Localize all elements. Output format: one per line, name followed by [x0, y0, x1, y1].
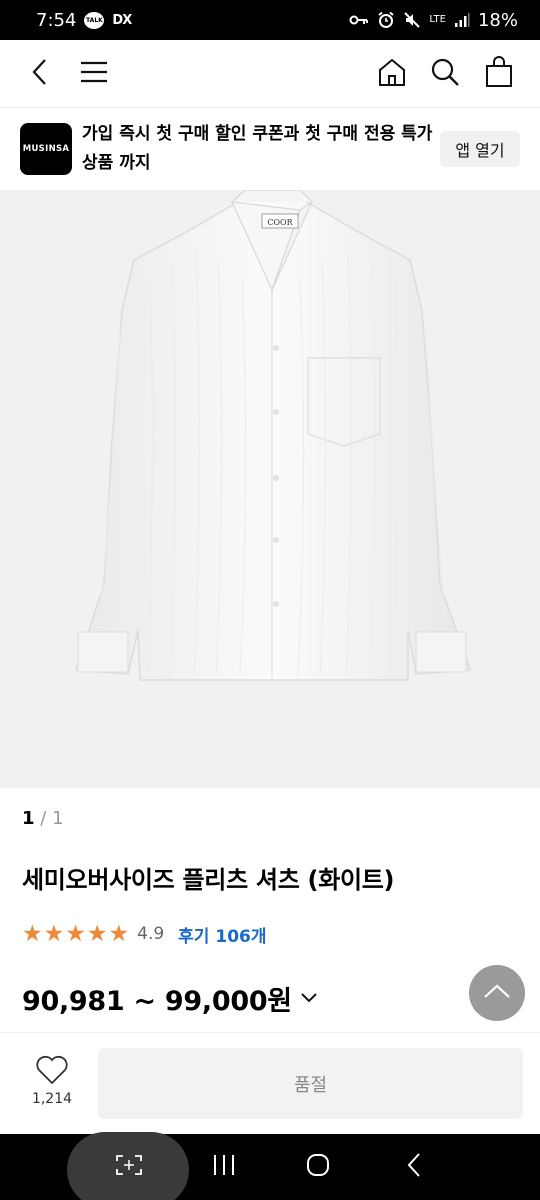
- screen-capture-icon: [115, 1154, 143, 1180]
- rating-value: 4.9: [137, 924, 165, 944]
- recent-apps-icon: [212, 1154, 236, 1180]
- current-page: 1: [22, 808, 35, 829]
- price-text: 90,981 ~ 99,000원: [22, 985, 292, 1017]
- cart-icon: [485, 56, 513, 92]
- chevron-down-icon: [300, 992, 318, 1004]
- dx-notification-icon: DX: [112, 12, 132, 28]
- menu-button[interactable]: [74, 54, 114, 94]
- rating-row: ★ ★ ★ ★ ★ 4.9 후기 106개: [22, 920, 267, 948]
- recent-apps-button[interactable]: [204, 1134, 244, 1200]
- shirt-illustration: COOR: [74, 190, 472, 681]
- kakaotalk-notification-icon: TALK: [84, 11, 105, 29]
- back-icon: [30, 57, 50, 91]
- status-right: LTE 18%: [349, 10, 518, 31]
- star-icon: ★: [65, 921, 86, 947]
- back-nav-button[interactable]: [394, 1134, 434, 1200]
- like-button[interactable]: 1,214: [22, 1055, 82, 1107]
- brand-tag-text: COOR: [267, 218, 293, 227]
- image-page-indicator: 1 / 1: [22, 808, 64, 829]
- back-button[interactable]: [20, 54, 60, 94]
- open-app-button[interactable]: 앱 열기: [440, 131, 520, 167]
- total-pages: 1: [52, 808, 64, 829]
- home-icon: [377, 57, 407, 91]
- cart-button[interactable]: [479, 54, 519, 94]
- star-icon: ★: [22, 921, 43, 947]
- search-icon: [430, 57, 460, 91]
- status-time: 7:54: [36, 9, 77, 31]
- back-arrow-icon: [406, 1152, 422, 1182]
- chevron-up-icon: [483, 983, 511, 1003]
- app-header: [0, 40, 540, 108]
- product-title: 세미오버사이즈 플리츠 셔츠 (화이트): [22, 866, 395, 894]
- home-button[interactable]: [372, 54, 412, 94]
- heart-icon: [35, 1055, 69, 1089]
- status-bar: 7:54 TALK DX LTE 18%: [0, 0, 540, 40]
- screen-capture-button[interactable]: [108, 1134, 150, 1200]
- lte-indicator: LTE: [429, 14, 446, 25]
- rating-stars: ★ ★ ★ ★ ★: [22, 920, 129, 948]
- scroll-to-top-button[interactable]: [469, 965, 525, 1021]
- bottom-action-bar: 1,214 품절: [0, 1032, 540, 1134]
- home-nav-button[interactable]: [298, 1134, 338, 1200]
- mute-icon: [403, 11, 421, 29]
- soldout-button: 품절: [98, 1048, 523, 1119]
- star-icon: ★: [43, 921, 65, 947]
- product-image[interactable]: COOR: [0, 190, 540, 788]
- menu-icon: [79, 60, 109, 88]
- like-count: 1,214: [31, 1091, 73, 1107]
- alarm-icon: [377, 11, 395, 29]
- search-button[interactable]: [425, 54, 465, 94]
- status-left: 7:54 TALK DX: [36, 9, 132, 31]
- star-icon: ★: [86, 921, 108, 947]
- vpn-key-icon: [349, 14, 369, 26]
- price-range[interactable]: 90,981 ~ 99,000원: [22, 978, 318, 1018]
- musinsa-logo: MUSINSA: [20, 123, 72, 175]
- promo-text: 가입 즉시 첫 구매 할인 쿠폰과 첫 구매 전용 특가 상품 까지: [82, 124, 433, 173]
- star-icon: ★: [108, 921, 130, 947]
- app-promo-banner[interactable]: MUSINSA 가입 즉시 첫 구매 할인 쿠폰과 첫 구매 전용 특가 상품 …: [0, 108, 540, 190]
- page-separator: /: [40, 808, 47, 829]
- signal-icon: [454, 12, 470, 28]
- home-circle-icon: [305, 1152, 331, 1182]
- battery-level: 18%: [477, 9, 518, 31]
- review-count-link[interactable]: 후기 106개: [178, 922, 266, 947]
